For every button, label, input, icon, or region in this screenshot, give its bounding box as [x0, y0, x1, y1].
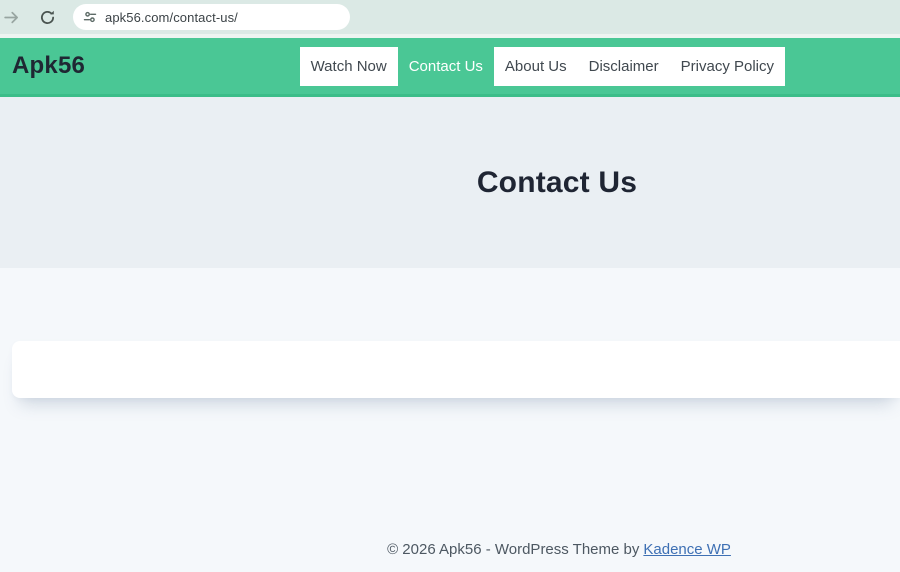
- main-content: © 2026 Apk56 - WordPress Theme by Kadence…: [0, 268, 900, 565]
- nav-item-contact-us[interactable]: Contact Us: [398, 47, 494, 86]
- nav-item-about-us[interactable]: About Us: [493, 46, 578, 86]
- main-nav: Watch Now Contact Us About Us Disclaimer…: [299, 46, 785, 86]
- content-card: [12, 341, 900, 398]
- footer-kadence-link[interactable]: Kadence WP: [643, 541, 731, 558]
- site-logo[interactable]: Apk56: [12, 52, 85, 80]
- address-bar[interactable]: apk56.com/contact-us/: [73, 4, 350, 30]
- nav-item-watch-now[interactable]: Watch Now: [299, 46, 398, 86]
- site-settings-icon[interactable]: [83, 10, 97, 24]
- page-title: Contact Us: [476, 165, 638, 199]
- site-footer: © 2026 Apk56 - WordPress Theme by Kadence…: [0, 541, 900, 558]
- nav-item-disclaimer[interactable]: Disclaimer: [577, 46, 670, 86]
- browser-toolbar: apk56.com/contact-us/: [0, 0, 900, 38]
- footer-copyright: © 2026 Apk56 - WordPress Theme by: [387, 541, 640, 558]
- forward-icon[interactable]: [0, 3, 25, 31]
- url-text[interactable]: apk56.com/contact-us/: [105, 10, 238, 25]
- nav-item-privacy-policy[interactable]: Privacy Policy: [669, 46, 785, 86]
- hero-section: Contact Us: [0, 97, 900, 268]
- reload-icon[interactable]: [33, 3, 61, 31]
- site-header: Apk56 Watch Now Contact Us About Us Disc…: [0, 38, 900, 97]
